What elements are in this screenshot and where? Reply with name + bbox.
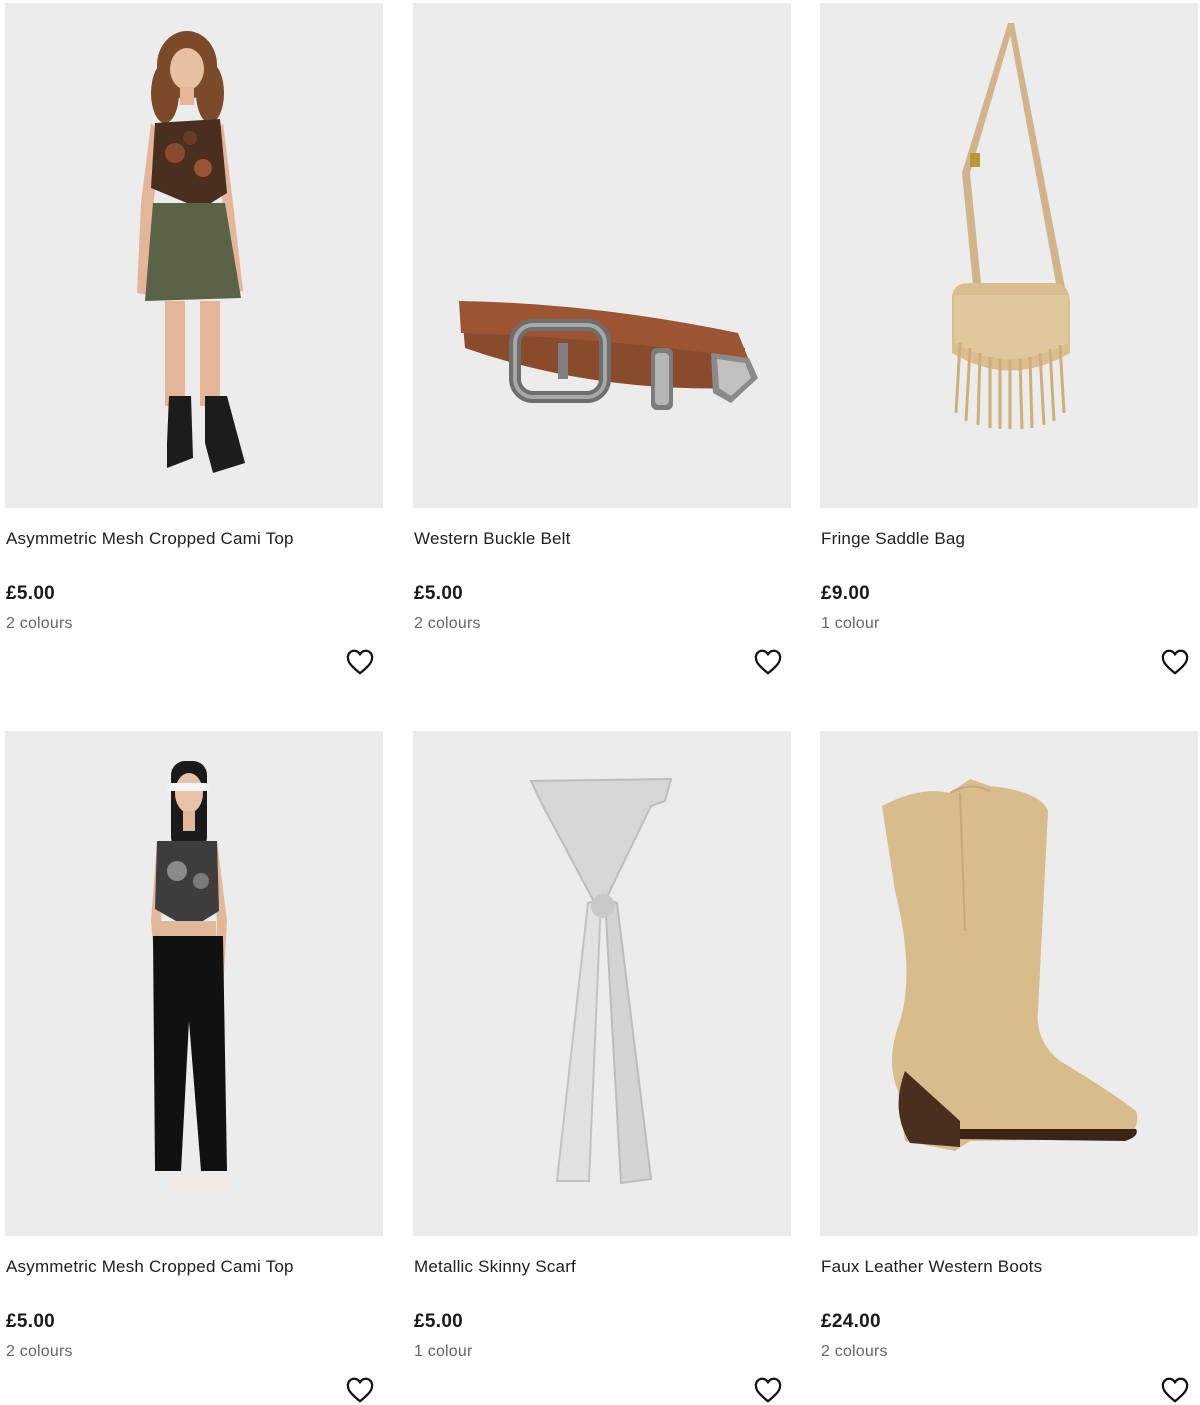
western-boot-image xyxy=(882,779,1138,1151)
product-colours: 1 colour xyxy=(414,1343,473,1360)
wishlist-button[interactable] xyxy=(753,1376,783,1404)
product-price: £5.00 xyxy=(414,1311,464,1332)
product-card[interactable]: Asymmetric Mesh Cropped Cami Top £5.00 2… xyxy=(5,3,383,718)
product-image[interactable] xyxy=(5,3,383,508)
product-price: £5.00 xyxy=(6,583,56,604)
product-grid: Asymmetric Mesh Cropped Cami Top £5.00 2… xyxy=(0,0,1200,1405)
heart-outline-icon xyxy=(1161,1377,1189,1403)
wishlist-button[interactable] xyxy=(753,648,783,676)
wishlist-button[interactable] xyxy=(345,648,375,676)
heart-outline-icon xyxy=(754,649,782,675)
model-cami-skirt-image xyxy=(137,31,245,473)
product-title[interactable]: Fringe Saddle Bag xyxy=(821,529,965,549)
product-title[interactable]: Asymmetric Mesh Cropped Cami Top xyxy=(6,1257,294,1277)
product-colours: 1 colour xyxy=(821,615,880,632)
product-price: £5.00 xyxy=(414,583,464,604)
product-price: £5.00 xyxy=(6,1311,56,1332)
product-card[interactable]: Fringe Saddle Bag £9.00 1 colour xyxy=(820,3,1198,718)
product-card[interactable]: Metallic Skinny Scarf £5.00 1 colour xyxy=(413,731,791,1405)
product-price: £24.00 xyxy=(821,1311,881,1332)
product-card[interactable]: Faux Leather Western Boots £24.00 2 colo… xyxy=(820,731,1198,1405)
product-title[interactable]: Western Buckle Belt xyxy=(414,529,571,549)
product-image[interactable] xyxy=(820,3,1198,508)
product-image[interactable] xyxy=(820,731,1198,1236)
fringe-bag-image xyxy=(952,23,1070,430)
heart-outline-icon xyxy=(346,649,374,675)
heart-outline-icon xyxy=(346,1377,374,1403)
brown-belt-image xyxy=(459,301,758,410)
silver-scarf-image xyxy=(529,777,673,1185)
product-price: £9.00 xyxy=(821,583,871,604)
product-title[interactable]: Asymmetric Mesh Cropped Cami Top xyxy=(6,529,294,549)
product-colours: 2 colours xyxy=(6,615,73,632)
heart-outline-icon xyxy=(754,1377,782,1403)
product-card[interactable]: Asymmetric Mesh Cropped Cami Top £5.00 2… xyxy=(5,731,383,1405)
product-image[interactable] xyxy=(413,3,791,508)
heart-outline-icon xyxy=(1161,649,1189,675)
wishlist-button[interactable] xyxy=(1160,648,1190,676)
product-image[interactable] xyxy=(413,731,791,1236)
product-colours: 2 colours xyxy=(6,1343,73,1360)
product-image[interactable] xyxy=(5,731,383,1236)
product-colours: 2 colours xyxy=(414,615,481,632)
product-title[interactable]: Faux Leather Western Boots xyxy=(821,1257,1042,1277)
product-colours: 2 colours xyxy=(821,1343,888,1360)
model-cami-trousers-image xyxy=(151,761,231,1189)
product-title[interactable]: Metallic Skinny Scarf xyxy=(414,1257,576,1277)
wishlist-button[interactable] xyxy=(345,1376,375,1404)
wishlist-button[interactable] xyxy=(1160,1376,1190,1404)
product-card[interactable]: Western Buckle Belt £5.00 2 colours xyxy=(413,3,791,718)
